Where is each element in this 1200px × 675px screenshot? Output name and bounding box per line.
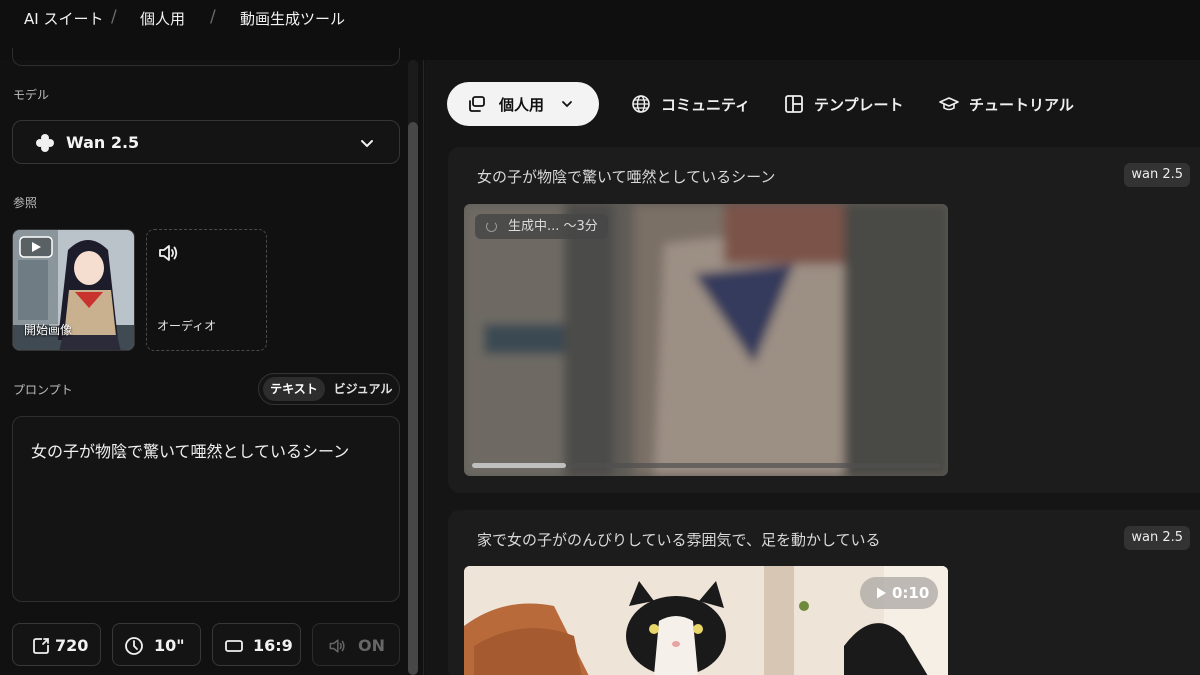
generation-card: 家で女の子がのんびりしている雰囲気で、足を動かしている wan 2.5 0:10 xyxy=(448,510,1200,675)
tab-community[interactable]: コミュニティ xyxy=(631,82,751,126)
start-image-thumbnail[interactable]: 開始画像 xyxy=(12,229,135,351)
audio-label: オーディオ xyxy=(157,319,217,333)
clock-icon xyxy=(125,637,143,655)
video-frame-icon xyxy=(19,236,53,258)
template-grid-icon xyxy=(785,95,803,113)
video-duration-badge: 0:10 xyxy=(860,577,938,609)
model-select[interactable]: Wan 2.5 xyxy=(12,120,400,164)
video-preview[interactable]: 0:10 xyxy=(464,566,948,675)
aspect-ratio-button[interactable]: 16:9 xyxy=(212,623,301,666)
model-tag: wan 2.5 xyxy=(1124,526,1190,550)
resize-icon xyxy=(33,638,49,654)
prompt-mode-toggle: テキスト ビジュアル xyxy=(258,373,400,405)
tab-community-label: コミュニティ xyxy=(661,96,751,114)
prompt-mode-text[interactable]: テキスト xyxy=(263,377,325,401)
breadcrumb-separator: / xyxy=(210,7,216,27)
prompt-mode-visual[interactable]: ビジュアル xyxy=(331,377,395,401)
breadcrumb-video-tool: 動画生成ツール xyxy=(240,10,346,28)
graduation-cap-icon xyxy=(939,97,959,111)
prompt-label: プロンプト xyxy=(13,383,73,397)
chevron-down-icon xyxy=(562,101,572,108)
tab-tutorial[interactable]: チュートリアル xyxy=(939,82,1079,126)
video-duration: 0:10 xyxy=(892,584,930,602)
blurred-preview-image xyxy=(464,204,948,476)
tab-tutorial-label: チュートリアル xyxy=(969,96,1074,114)
breadcrumb-separator: / xyxy=(111,7,117,27)
layers-icon xyxy=(469,96,485,112)
scrollbar-thumb[interactable] xyxy=(408,122,418,675)
chevron-down-icon xyxy=(361,140,373,148)
card-title: 女の子が物陰で驚いて唖然としているシーン xyxy=(477,168,776,186)
tab-personal-label: 個人用 xyxy=(499,96,545,114)
generation-status: 生成中... 〜3分 xyxy=(475,214,608,239)
resolution-button[interactable]: 720 xyxy=(12,623,101,666)
globe-icon xyxy=(632,95,650,113)
card-title: 家で女の子がのんびりしている雰囲気で、足を動かしている xyxy=(477,531,881,549)
model-tag: wan 2.5 xyxy=(1124,163,1190,187)
play-icon xyxy=(877,587,886,599)
duration-value: 10" xyxy=(154,636,185,655)
sound-toggle-button[interactable]: ON xyxy=(312,623,400,666)
spinner-icon xyxy=(486,221,497,232)
generation-status-text: 生成中... 〜3分 xyxy=(508,219,598,234)
start-image-label: 開始画像 xyxy=(24,323,73,337)
tab-templates-label: テンプレート xyxy=(814,96,904,114)
resolution-value: 720 xyxy=(55,636,89,655)
tab-personal[interactable]: 個人用 xyxy=(447,82,599,126)
video-preview-blurred[interactable]: 生成中... 〜3分 xyxy=(464,204,948,476)
flower-icon xyxy=(36,134,54,152)
duration-button[interactable]: 10" xyxy=(112,623,201,666)
audio-upload[interactable]: オーディオ xyxy=(146,229,267,351)
aspect-ratio-value: 16:9 xyxy=(253,636,293,655)
breadcrumb-personal[interactable]: 個人用 xyxy=(140,8,185,29)
tab-templates[interactable]: テンプレート xyxy=(784,82,904,126)
prompt-textarea[interactable]: 女の子が物陰で驚いて唖然としているシーン xyxy=(12,416,400,602)
previous-card-edge xyxy=(12,48,400,66)
speaker-icon xyxy=(329,639,345,653)
speaker-icon xyxy=(159,245,178,261)
model-select-value: Wan 2.5 xyxy=(66,133,140,152)
breadcrumb-ai-suite[interactable]: AI スイート xyxy=(24,8,103,29)
reference-label: 参照 xyxy=(13,196,38,210)
aspect-ratio-icon xyxy=(225,640,243,652)
progress-bar-fill xyxy=(472,463,566,468)
prompt-text: 女の子が物陰で驚いて唖然としているシーン xyxy=(31,442,350,461)
generation-card: 女の子が物陰で驚いて唖然としているシーン wan 2.5 生成中... 〜3分 xyxy=(448,147,1200,493)
model-label: モデル xyxy=(13,88,50,102)
sound-toggle-value: ON xyxy=(358,636,385,655)
